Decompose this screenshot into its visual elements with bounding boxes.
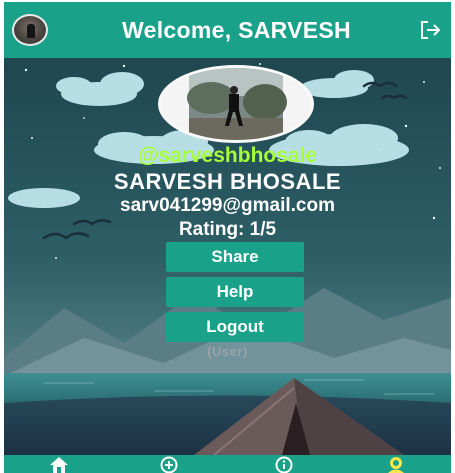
email-label: sarv041299@gmail.com — [120, 195, 335, 216]
page-title: Welcome, SARVESH — [122, 17, 351, 43]
app-screen: Welcome, SARVESH @sarveshbhosale SARVESH… — [4, 2, 451, 473]
nav-home[interactable] — [29, 455, 89, 473]
profile-photo[interactable] — [158, 65, 314, 143]
help-button[interactable]: Help — [166, 277, 304, 307]
home-icon — [50, 457, 68, 473]
full-name-label: SARVESH BHOSALE — [113, 169, 342, 194]
share-button[interactable]: Share — [166, 242, 304, 272]
role-label: (User) — [207, 344, 248, 359]
logout-icon[interactable] — [419, 20, 441, 40]
profile-photo-image — [187, 68, 287, 140]
username-label: @sarveshbhosale — [137, 144, 318, 167]
profile-icon — [388, 457, 404, 473]
logout-button[interactable]: Logout — [166, 312, 304, 342]
nav-profile[interactable] — [366, 455, 426, 473]
rating-label: Rating: 1/5 — [178, 219, 277, 240]
nav-add[interactable] — [139, 455, 199, 473]
app-header: Welcome, SARVESH — [4, 2, 451, 58]
nav-info[interactable] — [254, 455, 314, 473]
bottom-nav — [4, 455, 451, 473]
add-circle-icon — [160, 456, 178, 473]
info-icon — [275, 456, 293, 473]
